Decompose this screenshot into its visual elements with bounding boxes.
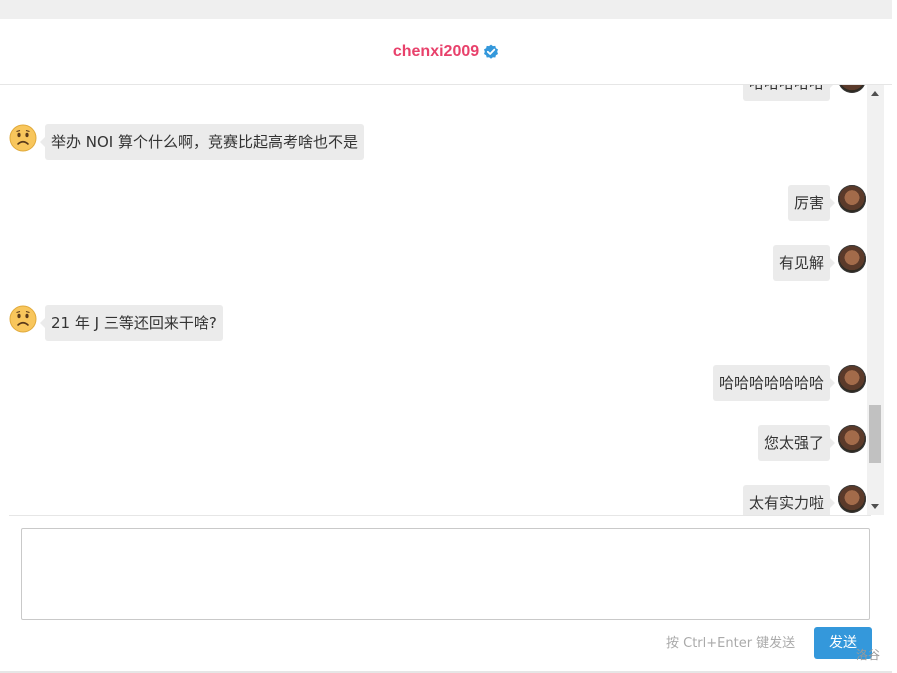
send-shortcut-hint: 按 Ctrl+Enter 键发送 (666, 636, 796, 651)
message-row: 举办 NOI 算个什么啊，竞赛比起高考啥也不是 (9, 124, 364, 160)
user-avatar[interactable] (838, 85, 866, 93)
sad-face-avatar-icon[interactable] (9, 305, 37, 333)
composer-divider (9, 515, 871, 516)
user-avatar[interactable] (838, 185, 866, 213)
message-scrollbar[interactable] (867, 85, 884, 515)
message-bubble: 有见解 (772, 245, 836, 281)
verified-check-icon (484, 44, 499, 59)
message-bubble: 太有实力啦 (742, 485, 836, 515)
sad-face-avatar-icon[interactable] (9, 124, 37, 152)
message-row: 21 年 J 三等还回来干啥? (9, 305, 223, 341)
user-avatar[interactable] (838, 365, 866, 393)
chat-username[interactable]: chenxi2009 (393, 43, 479, 61)
message-bubble: 哈哈哈哈哈 (742, 85, 836, 101)
message-row: 哈哈哈哈哈 (742, 85, 866, 101)
message-list[interactable]: 哈哈哈哈哈 举办 NOI 算个什么啊，竞赛比起高考啥也不是 厉害 有见解 21 … (0, 85, 897, 515)
scroll-up-arrow-icon[interactable] (871, 91, 879, 96)
message-row: 您太强了 (757, 425, 866, 461)
message-bubble: 厉害 (787, 185, 836, 221)
user-avatar[interactable] (838, 485, 866, 513)
top-strip (0, 0, 892, 19)
user-avatar[interactable] (838, 425, 866, 453)
scroll-down-arrow-icon[interactable] (871, 504, 879, 509)
message-row: 哈哈哈哈哈哈哈 (712, 365, 866, 401)
message-bubble: 哈哈哈哈哈哈哈 (712, 365, 836, 401)
chat-header: chenxi2009 (0, 19, 892, 85)
message-input[interactable] (21, 528, 870, 620)
message-bubble: 您太强了 (757, 425, 836, 461)
message-row: 太有实力啦 (742, 485, 866, 515)
site-watermark: 洛谷 (856, 648, 881, 662)
message-bubble: 21 年 J 三等还回来干啥? (40, 305, 223, 341)
scroll-thumb[interactable] (869, 405, 881, 463)
message-row: 有见解 (772, 245, 866, 281)
user-avatar[interactable] (838, 245, 866, 273)
message-bubble: 举办 NOI 算个什么啊，竞赛比起高考啥也不是 (40, 124, 364, 160)
message-row: 厉害 (787, 185, 866, 221)
